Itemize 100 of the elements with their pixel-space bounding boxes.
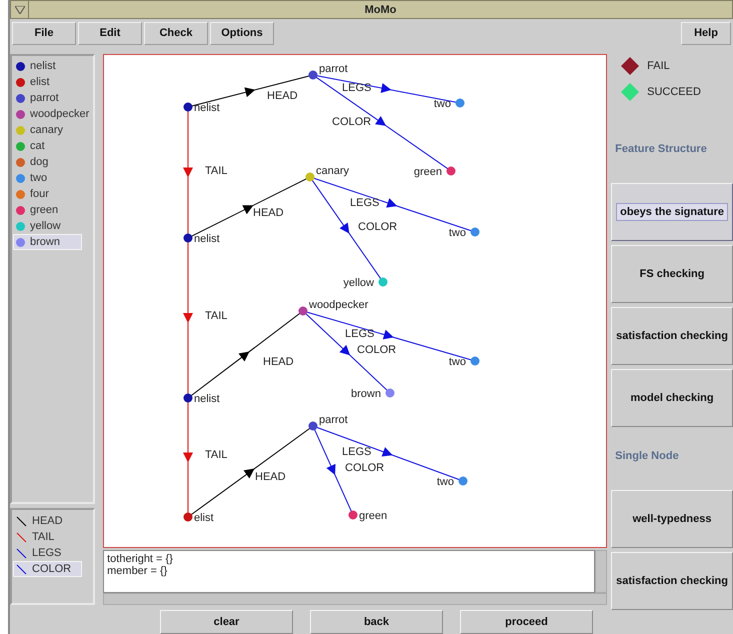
node-label: brown [351, 388, 382, 400]
edge-label: LEGS [350, 197, 380, 209]
edge-label: HEAD [253, 207, 284, 219]
node-dot[interactable] [184, 512, 193, 522]
feature-list-item[interactable]: LEGS [13, 545, 92, 561]
type-list-item[interactable]: four [13, 186, 92, 202]
node-dot[interactable] [470, 228, 480, 236]
type-list-item[interactable]: two [13, 170, 92, 186]
menu-button[interactable]: File [12, 22, 76, 44]
node-dot[interactable] [456, 98, 465, 108]
edge-label: LEGS [345, 328, 374, 340]
edge-label: TAIL [205, 310, 228, 322]
type-list-item[interactable]: yellow [13, 218, 92, 234]
edge-label: LEGS [342, 446, 372, 458]
output-line: totheright = {} [107, 553, 174, 565]
command-button[interactable]: satisfaction checking [611, 307, 733, 365]
node-label: two [434, 98, 452, 110]
type-list-item[interactable]: green [13, 202, 92, 218]
horizontal-scrollbar[interactable] [103, 593, 608, 605]
type-label: cat [30, 140, 45, 152]
edge-label: HEAD [267, 90, 298, 102]
type-label: nelist [30, 60, 56, 72]
edge-label: HEAD [263, 356, 294, 368]
menu-button[interactable]: Help [681, 22, 731, 44]
type-label: parrot [30, 92, 59, 104]
node-label: woodpecker [309, 299, 368, 311]
node-label: canary [316, 165, 350, 177]
node-label: two [449, 356, 466, 368]
edge-label: TAIL [205, 449, 228, 461]
node-label: green [359, 510, 388, 522]
edge-label: HEAD [255, 471, 286, 483]
feature-label: COLOR [32, 563, 72, 575]
type-list-item[interactable]: dog [13, 154, 92, 170]
menu-button[interactable]: Check [144, 22, 208, 44]
line-icon [16, 516, 27, 526]
diamond-icon [621, 57, 640, 75]
feature-label: TAIL [32, 531, 54, 543]
window-title: MoMo [364, 4, 398, 16]
node-dot[interactable] [308, 422, 318, 430]
command-button[interactable]: model checking [611, 369, 733, 427]
type-label: brown [30, 236, 60, 248]
action-button[interactable]: back [310, 610, 443, 634]
type-label: woodpecker [30, 108, 90, 120]
node-dot[interactable] [184, 102, 193, 112]
output-line: member = {} [107, 565, 168, 577]
triangle-icon [14, 6, 24, 14]
feature-label: LEGS [32, 547, 62, 559]
type-list-item[interactable]: woodpecker [13, 106, 92, 122]
node-dot[interactable] [458, 476, 468, 486]
node-dot[interactable] [446, 166, 456, 176]
node-dot[interactable] [386, 388, 395, 398]
type-list-item[interactable]: cat [13, 138, 92, 154]
legend-label: SUCCEED [647, 86, 701, 98]
feature-list-item[interactable]: HEAD [13, 513, 92, 529]
section-heading: Feature Structure [615, 143, 708, 155]
diamond-icon [621, 83, 640, 101]
node-label: elist [194, 512, 214, 524]
type-label: four [30, 188, 49, 200]
node-label: parrot [319, 63, 348, 75]
command-button[interactable]: obeys the signature [611, 183, 733, 241]
legend-label: FAIL [647, 60, 670, 72]
section-heading: Single Node [615, 450, 680, 462]
menu-button[interactable]: Edit [78, 22, 142, 44]
node-dot[interactable] [306, 172, 315, 182]
node-label: two [437, 476, 454, 488]
type-list-item[interactable]: nelist [13, 58, 92, 74]
node-dot[interactable] [184, 394, 193, 402]
edge-label: TAIL [205, 165, 228, 177]
edge-label: COLOR [358, 221, 398, 233]
output-text-area[interactable]: totheright = {} member = {} [103, 550, 596, 594]
type-label: dog [30, 156, 48, 168]
line-icon [16, 548, 27, 558]
type-label: yellow [30, 220, 61, 232]
type-list-item[interactable]: brown [13, 234, 82, 250]
node-dot[interactable] [378, 278, 388, 286]
node-label: green [414, 166, 442, 178]
node-dot[interactable] [184, 234, 193, 242]
type-list-item[interactable]: canary [13, 122, 92, 138]
type-list-item[interactable]: parrot [13, 90, 92, 106]
command-button[interactable]: satisfaction checking [611, 552, 733, 610]
node-label: yellow [344, 277, 374, 289]
command-button[interactable]: FS checking [611, 245, 733, 303]
action-button[interactable]: clear [160, 610, 293, 634]
type-list-item[interactable]: elist [13, 74, 92, 90]
edge-label: COLOR [332, 116, 372, 128]
node-dot[interactable] [298, 306, 308, 316]
feature-list-item[interactable]: COLOR [13, 561, 82, 577]
feature-label: HEAD [32, 515, 63, 527]
edge-label: COLOR [357, 344, 396, 356]
line-icon [16, 532, 27, 542]
node-dot[interactable] [308, 70, 318, 80]
node-dot[interactable] [470, 356, 480, 366]
command-button[interactable]: well-typedness [611, 490, 733, 548]
type-label: elist [30, 76, 50, 88]
menu-button[interactable]: Options [210, 22, 274, 44]
node-label: nelist [194, 102, 220, 114]
feature-list-item[interactable]: TAIL [13, 529, 92, 545]
action-button[interactable]: proceed [460, 610, 593, 634]
vertical-scrollbar[interactable] [595, 550, 608, 594]
node-dot[interactable] [348, 510, 358, 520]
